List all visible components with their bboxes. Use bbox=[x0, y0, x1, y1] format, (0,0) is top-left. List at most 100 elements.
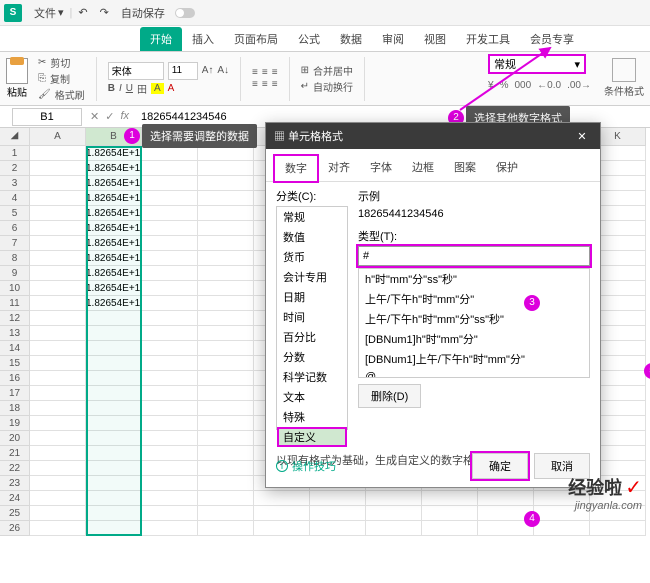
cell[interactable] bbox=[310, 491, 366, 506]
category-item[interactable]: 日期 bbox=[277, 287, 347, 307]
cell[interactable] bbox=[142, 356, 198, 371]
row-header[interactable]: 17 bbox=[0, 386, 30, 401]
row-header[interactable]: 14 bbox=[0, 341, 30, 356]
cell[interactable] bbox=[142, 206, 198, 221]
row-header[interactable]: 24 bbox=[0, 491, 30, 506]
align-bot-icon[interactable]: ≡ bbox=[272, 67, 278, 78]
cell[interactable] bbox=[30, 161, 86, 176]
row-header[interactable]: 5 bbox=[0, 206, 30, 221]
merge-button[interactable]: ⊞ 合并居中 bbox=[301, 63, 353, 78]
wrap-button[interactable]: ↵ 自动换行 bbox=[301, 79, 353, 94]
number-format-dropdown[interactable]: 常规▾ bbox=[488, 54, 586, 74]
cell[interactable] bbox=[86, 476, 142, 491]
bold-button[interactable]: B bbox=[108, 83, 115, 94]
cell[interactable] bbox=[30, 506, 86, 521]
row-header[interactable]: 11 bbox=[0, 296, 30, 311]
cancel-icon[interactable]: ✕ bbox=[90, 110, 99, 123]
paste-button[interactable]: 粘贴 bbox=[4, 56, 30, 101]
cell[interactable] bbox=[30, 311, 86, 326]
undo-icon[interactable]: ↶ bbox=[72, 6, 93, 19]
cell[interactable] bbox=[198, 221, 254, 236]
confirm-icon[interactable]: ✓ bbox=[105, 110, 114, 123]
cell[interactable] bbox=[142, 311, 198, 326]
cell[interactable] bbox=[30, 221, 86, 236]
type-item[interactable]: [DBNum1]h"时"mm"分" bbox=[359, 329, 589, 349]
cell[interactable] bbox=[142, 461, 198, 476]
cell[interactable] bbox=[142, 296, 198, 311]
cell[interactable] bbox=[366, 521, 422, 536]
dec-dec-icon[interactable]: .00→ bbox=[567, 80, 591, 91]
cell[interactable] bbox=[86, 506, 142, 521]
cell[interactable] bbox=[366, 491, 422, 506]
dlg-tab-protect[interactable]: 保护 bbox=[486, 155, 528, 181]
row-header[interactable]: 12 bbox=[0, 311, 30, 326]
autosave-toggle[interactable] bbox=[175, 8, 195, 18]
cell[interactable] bbox=[142, 491, 198, 506]
cell[interactable] bbox=[30, 341, 86, 356]
cell[interactable] bbox=[142, 176, 198, 191]
row-header[interactable]: 23 bbox=[0, 476, 30, 491]
dlg-tab-number[interactable]: 数字 bbox=[274, 155, 318, 182]
cell[interactable] bbox=[310, 521, 366, 536]
dec-inc-icon[interactable]: ←0.0 bbox=[537, 80, 561, 91]
cell[interactable] bbox=[30, 146, 86, 161]
cell[interactable] bbox=[198, 416, 254, 431]
cell[interactable] bbox=[142, 371, 198, 386]
dlg-tab-align[interactable]: 对齐 bbox=[318, 155, 360, 181]
tab-dev[interactable]: 开发工具 bbox=[456, 27, 520, 51]
category-item[interactable]: 常规 bbox=[277, 207, 347, 227]
shrink-font-icon[interactable]: A↓ bbox=[217, 65, 229, 76]
cell[interactable] bbox=[198, 266, 254, 281]
cell[interactable] bbox=[86, 446, 142, 461]
cell[interactable] bbox=[254, 506, 310, 521]
italic-button[interactable]: I bbox=[119, 83, 122, 94]
cell[interactable] bbox=[30, 176, 86, 191]
row-header[interactable]: 21 bbox=[0, 446, 30, 461]
cell[interactable] bbox=[30, 356, 86, 371]
category-item[interactable]: 自定义 bbox=[277, 427, 347, 447]
row-header[interactable]: 19 bbox=[0, 416, 30, 431]
cell[interactable] bbox=[198, 476, 254, 491]
select-all-corner[interactable]: ◢ bbox=[0, 128, 30, 146]
tips-link[interactable]: i操作技巧 bbox=[276, 458, 336, 474]
cell[interactable] bbox=[86, 431, 142, 446]
tab-view[interactable]: 视图 bbox=[414, 27, 456, 51]
font-select[interactable] bbox=[108, 62, 164, 80]
fill-color[interactable]: A bbox=[151, 83, 164, 94]
row-header[interactable]: 22 bbox=[0, 461, 30, 476]
cell[interactable] bbox=[198, 251, 254, 266]
cell[interactable] bbox=[198, 326, 254, 341]
cell[interactable] bbox=[86, 401, 142, 416]
row-header[interactable]: 20 bbox=[0, 431, 30, 446]
format-painter[interactable]: 🖌 格式刷 bbox=[38, 87, 85, 102]
cell[interactable]: 1.82654E+13 bbox=[86, 161, 142, 176]
copy-button[interactable]: ⎘ 复制 bbox=[38, 71, 85, 86]
cell[interactable]: 1.82654E+13 bbox=[86, 266, 142, 281]
cell[interactable] bbox=[142, 266, 198, 281]
type-item[interactable]: 上午/下午h"时"mm"分"ss"秒" bbox=[359, 309, 589, 329]
align-top-icon[interactable]: ≡ bbox=[252, 67, 258, 78]
cell[interactable] bbox=[142, 161, 198, 176]
cell[interactable] bbox=[310, 506, 366, 521]
type-item[interactable]: 上午/下午h"时"mm"分" bbox=[359, 289, 589, 309]
category-list[interactable]: 常规数值货币会计专用日期时间百分比分数科学记数文本特殊自定义 bbox=[276, 206, 348, 430]
col-header[interactable]: A bbox=[30, 128, 86, 146]
cell[interactable] bbox=[30, 416, 86, 431]
align-right-icon[interactable]: ≡ bbox=[272, 79, 278, 90]
cell[interactable] bbox=[198, 356, 254, 371]
cell[interactable] bbox=[198, 461, 254, 476]
cell[interactable] bbox=[30, 371, 86, 386]
cell[interactable] bbox=[30, 206, 86, 221]
cell[interactable] bbox=[198, 206, 254, 221]
cell[interactable] bbox=[86, 521, 142, 536]
cell[interactable] bbox=[30, 491, 86, 506]
row-header[interactable]: 2 bbox=[0, 161, 30, 176]
cell[interactable] bbox=[142, 506, 198, 521]
cell[interactable] bbox=[198, 491, 254, 506]
cell[interactable] bbox=[86, 491, 142, 506]
tab-home[interactable]: 开始 bbox=[140, 27, 182, 51]
cell[interactable] bbox=[198, 386, 254, 401]
file-menu[interactable]: 文件 ▾ bbox=[28, 5, 70, 21]
cell[interactable] bbox=[86, 356, 142, 371]
cell[interactable] bbox=[198, 341, 254, 356]
